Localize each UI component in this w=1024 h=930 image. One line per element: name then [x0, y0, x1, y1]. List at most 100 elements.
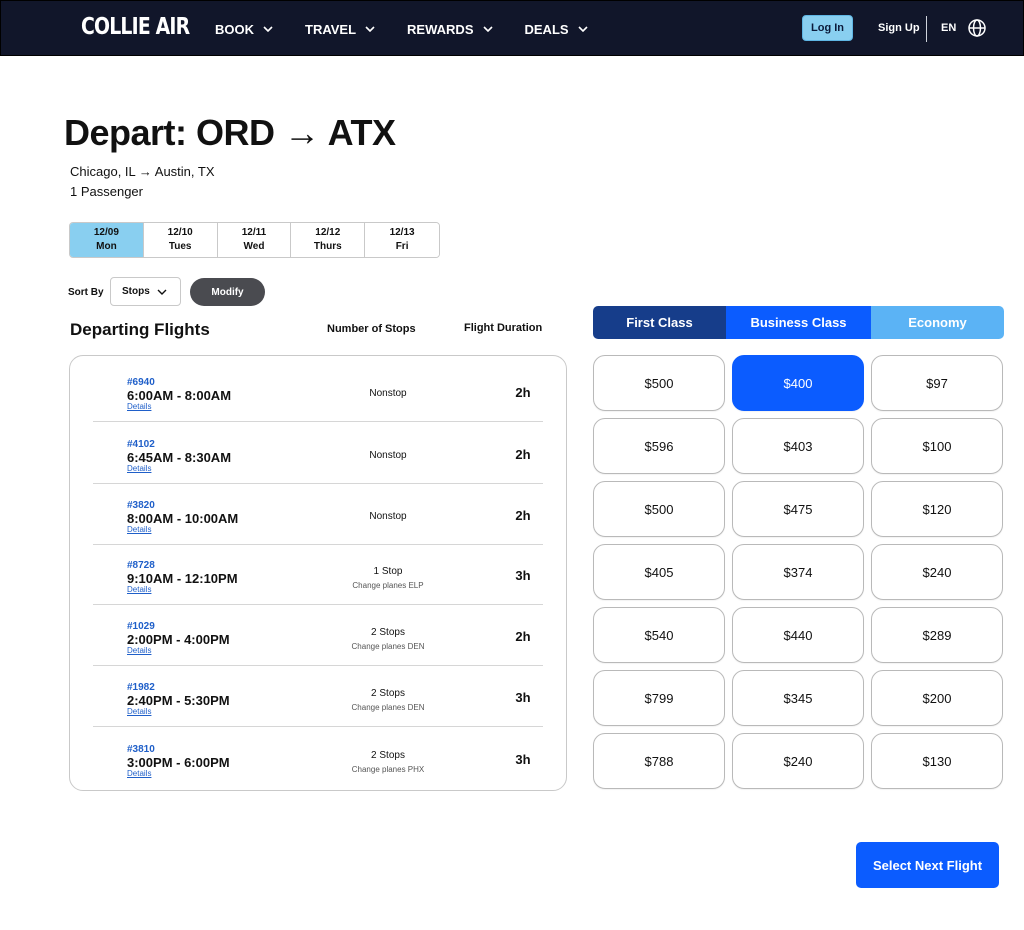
date-tab-12-10[interactable]: 12/10 Tues [143, 223, 218, 257]
stops-label: Nonstop [369, 511, 407, 522]
fare-price-button[interactable]: $500 [593, 355, 725, 411]
fare-price-button[interactable]: $799 [593, 670, 725, 726]
flight-row[interactable]: #1982 2:40PM - 5:30PM Details 2 Stops Change… [93, 666, 543, 727]
nav-item-label: DEALS [524, 21, 569, 37]
signup-link[interactable]: Sign Up [878, 22, 920, 34]
nav-item-label: BOOK [215, 21, 254, 37]
flight-row[interactable]: #6940 6:00AM - 8:00AM Details Nonstop 2h [93, 361, 543, 422]
flight-number: #6940 [127, 377, 155, 388]
details-link[interactable]: Details [127, 464, 151, 473]
fare-price-button[interactable]: $500 [593, 481, 725, 537]
duration-label: 2h [515, 385, 531, 400]
fare-price-button[interactable]: $345 [732, 670, 864, 726]
date-tab-12-12[interactable]: 12/12 Thurs [291, 223, 366, 257]
date-label: 12/13 [389, 227, 415, 238]
details-link[interactable]: Details [127, 585, 151, 594]
logo[interactable]: COLLIE AIR [81, 14, 190, 40]
fare-price-button[interactable]: $130 [871, 733, 1003, 789]
flight-number: #8728 [127, 560, 155, 571]
sort-label: Sort By [68, 287, 104, 298]
stops-label: Nonstop [369, 388, 407, 399]
duration-label: 3h [515, 690, 531, 705]
details-link[interactable]: Details [127, 646, 151, 655]
stops-label: 2 Stops [371, 750, 405, 761]
chevron-down-icon [365, 26, 375, 32]
fare-price-button[interactable]: $440 [732, 607, 864, 663]
fare-price-button[interactable]: $100 [871, 418, 1003, 474]
details-link[interactable]: Details [127, 525, 151, 534]
flight-time: 6:00AM - 8:00AM [127, 388, 232, 403]
chevron-down-icon [577, 26, 588, 32]
fare-price-button[interactable]: $240 [732, 733, 864, 789]
duration-label: 2h [515, 508, 531, 523]
duration-label: 3h [515, 752, 531, 767]
nav-item-label: REWARDS [407, 21, 474, 37]
flight-row[interactable]: #8728 9:10AM - 12:10PM Details 1 Stop Change… [93, 544, 543, 605]
select-next-flight-button[interactable]: Select Next Flight [856, 842, 999, 888]
fare-price-button[interactable]: $374 [732, 544, 864, 600]
fare-price-button[interactable]: $120 [871, 481, 1003, 537]
tab-economy[interactable]: Economy [871, 306, 1004, 339]
details-link[interactable]: Details [127, 402, 151, 411]
fare-price-button[interactable]: $200 [871, 670, 1003, 726]
fare-price-button[interactable]: $400 [732, 355, 864, 411]
flight-number: #1029 [127, 621, 155, 632]
duration-label: 2h [515, 629, 531, 644]
column-header-stops: Number of Stops [327, 323, 416, 335]
flight-row[interactable]: #3810 3:00PM - 6:00PM Details 2 Stops Change… [93, 728, 543, 789]
stops-label: 2 Stops [371, 627, 405, 638]
flight-time: 8:00AM - 10:00AM [127, 511, 239, 526]
chevron-down-icon [263, 26, 273, 32]
fare-price-button[interactable]: $289 [871, 607, 1003, 663]
change-planes-label: Change planes ELP [352, 581, 424, 590]
tab-business-class[interactable]: Business Class [726, 306, 871, 339]
globe-icon[interactable] [967, 18, 987, 38]
passenger-count: 1 Passenger [70, 184, 143, 199]
nav-item-rewards[interactable]: REWARDS [407, 21, 493, 37]
nav-item-deals[interactable]: DEALS [525, 22, 588, 37]
day-label: Thurs [313, 241, 342, 252]
column-header-duration: Flight Duration [464, 322, 543, 334]
modify-button[interactable]: Modify [190, 278, 265, 306]
date-tab-12-11[interactable]: 12/11 Wed [217, 223, 292, 257]
change-planes-label: Change planes DEN [351, 642, 425, 651]
flight-row[interactable]: #3820 8:00AM - 10:00AM Details Nonstop 2h [93, 484, 543, 545]
nav-item-book[interactable]: BOOK [215, 22, 273, 37]
stops-label: Nonstop [369, 450, 407, 461]
language-selector[interactable]: EN [941, 22, 956, 34]
fare-price-button[interactable]: $403 [732, 418, 864, 474]
page-title: Depart: ORD → ATX [64, 112, 396, 153]
date-tab-12-09[interactable]: 12/09 Mon [70, 223, 144, 257]
date-label: 12/11 [241, 227, 267, 238]
change-planes-label: Change planes PHX [351, 765, 425, 774]
day-label: Mon [96, 241, 117, 252]
fare-price-button[interactable]: $788 [593, 733, 725, 789]
flight-number: #4102 [127, 439, 155, 450]
route-subtitle: Chicago, IL → Austin, TX [70, 164, 215, 179]
fare-price-button[interactable]: $540 [593, 607, 725, 663]
sort-dropdown[interactable]: Stops [110, 277, 181, 306]
fare-price-button[interactable]: $97 [871, 355, 1003, 411]
tab-first-class[interactable]: First Class [593, 306, 726, 339]
flight-time: 2:00PM - 4:00PM [127, 632, 230, 647]
flight-row[interactable]: #1029 2:00PM - 4:00PM Details 2 Stops Change… [93, 605, 543, 666]
login-button[interactable]: Log In [802, 15, 853, 41]
date-label: 12/12 [315, 227, 341, 238]
flight-number: #3820 [127, 500, 155, 511]
flight-row[interactable]: #4102 6:45AM - 8:30AM Details Nonstop 2h [93, 423, 543, 484]
stops-label: 2 Stops [371, 688, 405, 699]
nav-item-label: TRAVEL [305, 21, 357, 37]
fare-price-button[interactable]: $405 [593, 544, 725, 600]
fare-price-button[interactable]: $475 [732, 481, 864, 537]
fare-price-button[interactable]: $596 [593, 418, 725, 474]
nav-item-travel[interactable]: TRAVEL [305, 22, 375, 37]
day-label: Fri [395, 241, 409, 252]
details-link[interactable]: Details [127, 769, 151, 778]
chevron-down-icon [157, 289, 167, 295]
date-tab-12-13[interactable]: 12/13 Fri [365, 223, 439, 257]
fare-price-button[interactable]: $240 [871, 544, 1003, 600]
flight-time: 9:10AM - 12:10PM [127, 571, 238, 586]
details-link[interactable]: Details [127, 707, 151, 716]
duration-label: 3h [515, 568, 531, 583]
nav-divider [926, 16, 927, 42]
